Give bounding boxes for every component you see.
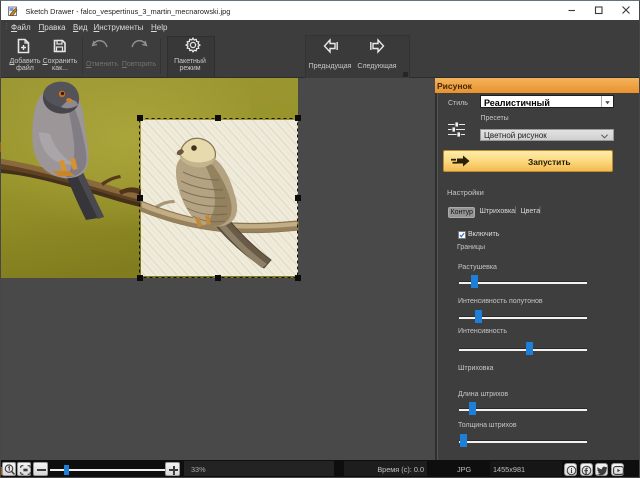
svg-text:i: i — [570, 467, 572, 475]
